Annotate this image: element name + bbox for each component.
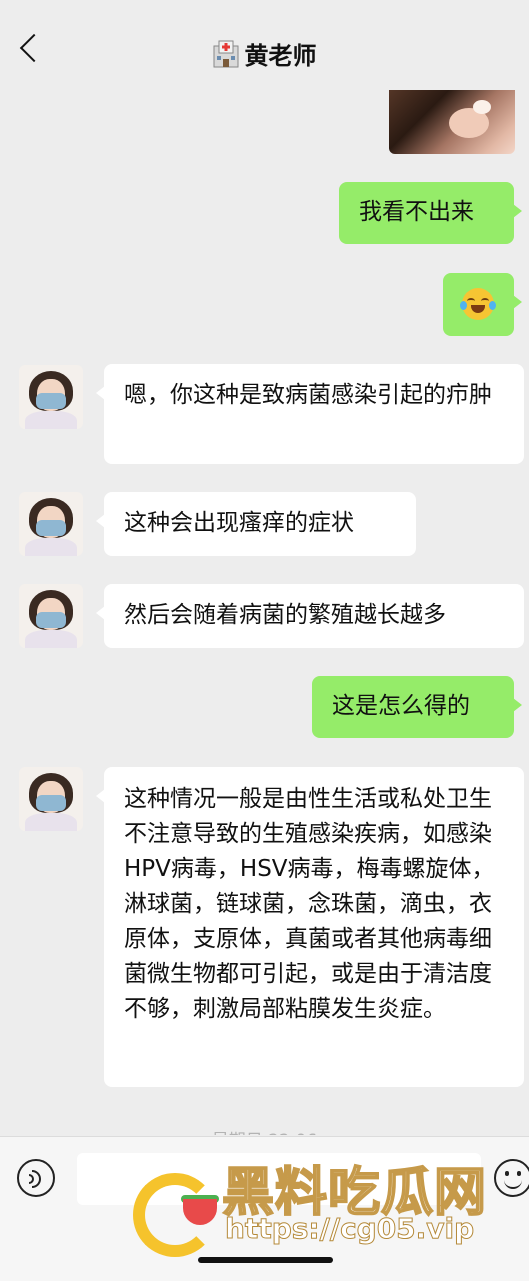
message-text: 这种情况一般是由性生活或私处卫生不注意导致的生殖感染疾病，如感染HPV病毒，HS… [124,786,495,1022]
received-message-bubble[interactable]: 这种情况一般是由性生活或私处卫生不注意导致的生殖感染疾病，如感染HPV病毒，HS… [96,767,524,1087]
contact-avatar[interactable] [19,492,83,556]
hospital-icon [213,40,238,68]
received-message-bubble[interactable]: 这种会出现瘙痒的症状 [96,492,416,556]
sent-message-bubble[interactable]: 我看不出来 [339,182,522,244]
message-list[interactable]: 我看不出来 嗯，你这种是致病菌感染引起的疖肿 这种会出现瘙痒的症状 然后会随着病… [0,90,529,1135]
smiley-icon[interactable] [494,1159,529,1197]
watermark-logo-icon [133,1173,219,1257]
received-message-bubble[interactable]: 然后会随着病菌的繁殖越长越多 [96,584,524,648]
sent-emoji-bubble[interactable] [443,273,522,336]
laughing-crying-emoji-icon [460,288,496,320]
message-text: 这是怎么得的 [332,693,470,719]
message-timestamp: 星期日 22:06 [0,1126,529,1135]
watermark-url: https://cg05.vip [224,1212,475,1246]
sent-message-bubble[interactable]: 这是怎么得的 [312,676,522,738]
message-text: 然后会随着病菌的繁殖越长越多 [124,602,446,628]
contact-avatar[interactable] [19,584,83,648]
contact-name: 黄老师 [244,42,317,70]
received-message-bubble[interactable]: 嗯，你这种是致病菌感染引起的疖肿 [96,364,524,464]
contact-avatar[interactable] [19,767,83,831]
message-text: 我看不出来 [359,199,474,225]
photo-message-thumbnail[interactable] [389,90,515,154]
message-text: 这种会出现瘙痒的症状 [124,510,354,536]
chat-title: 黄老师 [0,36,529,71]
voice-icon[interactable] [17,1159,55,1197]
home-indicator[interactable] [198,1257,333,1263]
message-text: 嗯，你这种是致病菌感染引起的疖肿 [124,382,492,408]
chat-header: 黄老师 [0,0,529,90]
contact-avatar[interactable] [19,365,83,429]
